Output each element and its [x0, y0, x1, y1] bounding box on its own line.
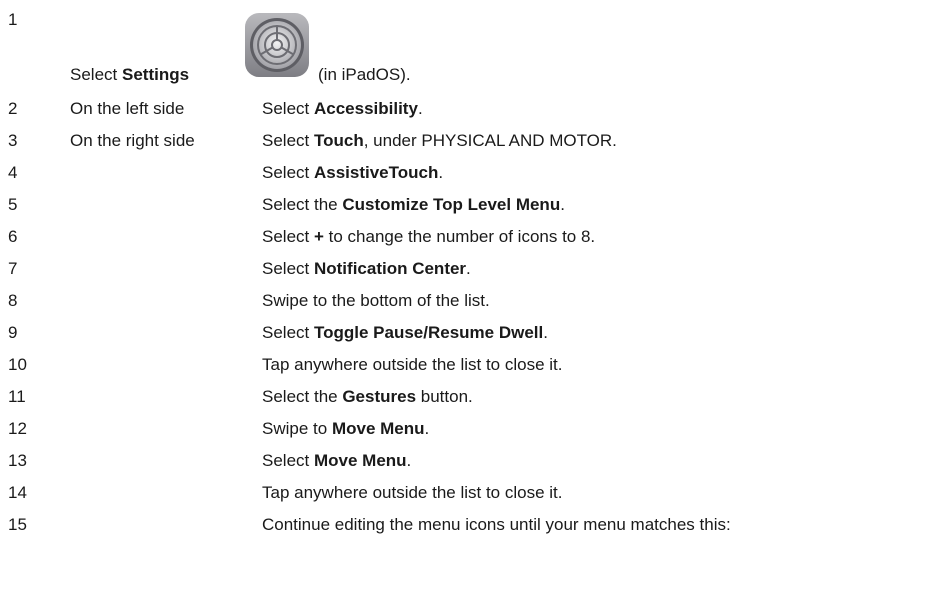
- step-number: 14: [8, 483, 27, 502]
- step-number: 2: [8, 99, 18, 118]
- step-location: On the right side: [70, 131, 195, 150]
- step-instruction: Select the Customize Top Level Menu.: [262, 193, 565, 217]
- instruction-text: Select: [262, 451, 314, 470]
- step-number: 12: [8, 419, 27, 438]
- step-location: On the left side: [70, 99, 185, 118]
- step-instruction: Swipe to the bottom of the list.: [262, 289, 490, 313]
- step-row-14: 14 Tap anywhere outside the list to close…: [0, 481, 926, 505]
- instruction-bold-text: Toggle Pause/Resume Dwell: [313, 323, 544, 342]
- instruction-text: .: [424, 419, 430, 438]
- step-instruction: Tap anywhere outside the list to close i…: [262, 481, 563, 505]
- step-number: 15: [8, 515, 27, 534]
- instruction-text: Select: [70, 65, 122, 84]
- step-row-7: 7 Select Notification Center.: [0, 257, 926, 281]
- instruction-text: Tap anywhere outside the list to close i…: [262, 355, 563, 374]
- step-number: 5: [8, 195, 18, 214]
- step-instruction: Select + to change the number of icons t…: [262, 225, 595, 249]
- step-number: 11: [8, 387, 26, 406]
- instruction-text: .: [560, 195, 565, 214]
- step-number: 4: [8, 163, 18, 182]
- step-row-9: 9 Select Toggle Pause/Resume Dwell.: [0, 321, 926, 345]
- step-number: 13: [8, 451, 27, 470]
- instruction-text: Select: [262, 163, 314, 182]
- instruction-bold-text: Move Menu: [331, 419, 425, 438]
- instruction-text: button.: [416, 387, 473, 406]
- instruction-text: Tap anywhere outside the list to close i…: [262, 483, 563, 502]
- instruction-bold-text: AssistiveTouch: [313, 163, 439, 182]
- step-row-11: 11 Select the Gestures button.: [0, 385, 926, 409]
- step-instruction: Tap anywhere outside the list to close i…: [262, 353, 563, 377]
- step-row-15: 15 Continue editing the menu icons until …: [0, 513, 926, 537]
- instruction-bold-text: Customize Top Level Menu: [342, 195, 561, 214]
- step-number: 6: [8, 227, 18, 246]
- step-row-1: 1: [0, 8, 926, 32]
- step-instruction: Select Move Menu.: [262, 449, 411, 473]
- instruction-bold-text: Move Menu: [313, 451, 407, 470]
- step-number: 3: [8, 131, 18, 150]
- instruction-text: Swipe to the bottom of the list.: [262, 291, 490, 310]
- step-instruction: Select Notification Center.: [262, 257, 471, 281]
- step-number: 8: [8, 291, 18, 310]
- instruction-text: Select: [262, 131, 314, 150]
- instruction-text: Swipe to: [262, 419, 332, 438]
- instruction-bold-text: Notification Center: [313, 259, 467, 278]
- step-number: 10: [8, 355, 27, 374]
- step-number: 1: [8, 10, 18, 29]
- step-number: 7: [8, 259, 18, 278]
- instruction-bold-text: Accessibility: [313, 99, 418, 118]
- step-row-3: 3 On the right side Select Touch, under PH…: [0, 129, 926, 153]
- step-instruction: Continue editing the menu icons until yo…: [262, 513, 731, 537]
- instruction-text: .: [438, 163, 444, 182]
- instruction-bold-text: Settings: [121, 65, 190, 84]
- step-instruction: Select Toggle Pause/Resume Dwell.: [262, 321, 548, 345]
- step-row-2: 2 On the left side Select Accessibility.: [0, 97, 926, 121]
- instruction-bold-text: +: [313, 227, 324, 246]
- step-row-4: 4 Select AssistiveTouch.: [0, 161, 926, 185]
- step-1-instruction: Select Settings (in iPadOS).: [0, 63, 926, 87]
- instruction-text: Select: [262, 323, 314, 342]
- step-instruction: Select the Gestures button.: [262, 385, 473, 409]
- instruction-text: Select: [262, 99, 314, 118]
- step-instruction: Select Accessibility.: [262, 97, 423, 121]
- instruction-text: .: [466, 259, 471, 278]
- step-row-10: 10 Tap anywhere outside the list to close…: [0, 353, 926, 377]
- step-row-13: 13 Select Move Menu.: [0, 449, 926, 473]
- step-row-8: 8 Swipe to the bottom of the list.: [0, 289, 926, 313]
- step-row-5: 5 Select the Customize Top Level Menu.: [0, 193, 926, 217]
- step-instruction: Swipe to Move Menu.: [262, 417, 429, 441]
- step-instruction: Select AssistiveTouch.: [262, 161, 443, 185]
- instruction-bold-text: Gestures: [342, 387, 417, 406]
- step-number: 9: [8, 323, 18, 342]
- step-1-suffix: (in iPadOS).: [318, 65, 411, 84]
- instruction-text: Continue editing the menu icons until yo…: [262, 515, 731, 534]
- step-instruction: Select Settings: [70, 63, 189, 87]
- instruction-text: .: [406, 451, 412, 470]
- instruction-text: to change the number of icons to 8.: [323, 227, 596, 246]
- instruction-text: Select: [262, 259, 314, 278]
- instruction-text: , under PHYSICAL AND MOTOR.: [363, 131, 617, 150]
- step-row-12: 12 Swipe to Move Menu.: [0, 417, 926, 441]
- instruction-text: Select the: [262, 387, 343, 406]
- instruction-text: Select: [262, 227, 314, 246]
- settings-gear-icon: [245, 13, 309, 77]
- step-row-6: 6 Select + to change the number of icons …: [0, 225, 926, 249]
- instruction-text: .: [417, 99, 423, 118]
- instruction-bold-text: Touch: [313, 131, 364, 150]
- step-instruction: Select Touch, under PHYSICAL AND MOTOR.: [262, 129, 617, 153]
- instruction-text: Select the: [262, 195, 343, 214]
- instruction-text: .: [543, 323, 548, 342]
